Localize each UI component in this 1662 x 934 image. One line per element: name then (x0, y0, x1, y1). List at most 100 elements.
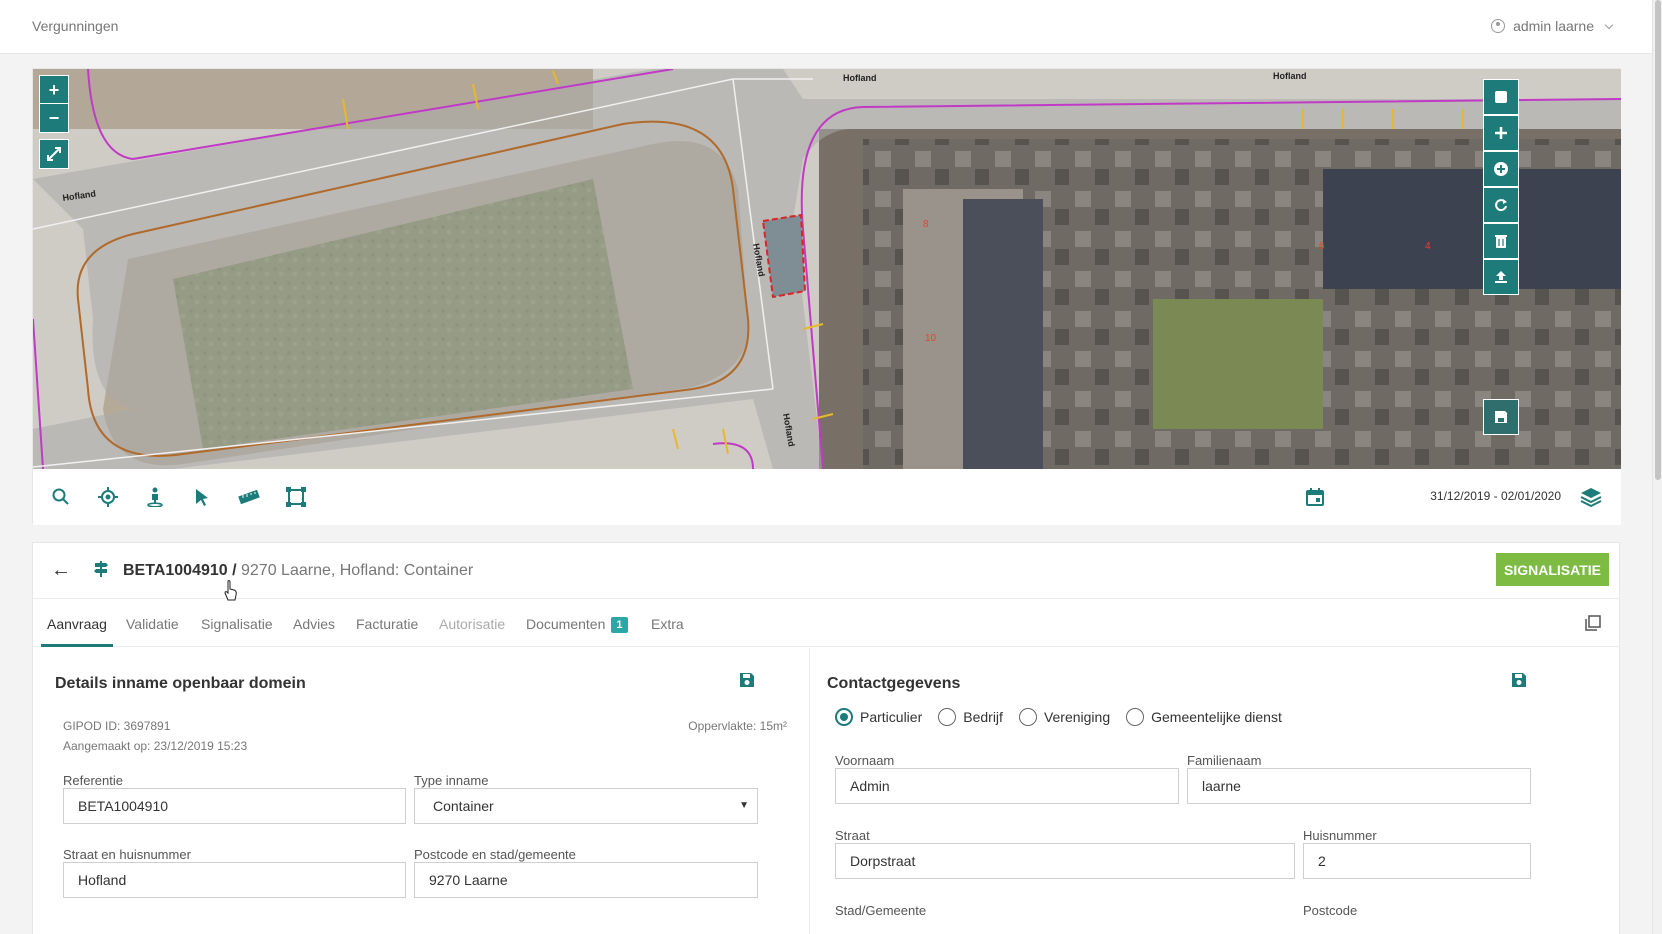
details-section: Details inname openbaar domein GIPOD ID:… (33, 648, 810, 934)
map-save-button[interactable] (1483, 399, 1519, 435)
contact-type-radio-group: Particulier Bedrijf Vereniging Gemeentel… (835, 708, 1282, 726)
square-icon (1495, 91, 1507, 103)
user-name: admin laarne (1513, 18, 1594, 34)
tab-documenten-label: Documenten (526, 616, 606, 632)
radio-label: Gemeentelijke dienst (1151, 709, 1282, 725)
tab-signalisatie[interactable]: Signalisatie (201, 616, 273, 632)
familienaam-label: Familienaam (1187, 753, 1262, 768)
hand-cursor-icon (224, 580, 237, 601)
calendar-tool[interactable] (1303, 485, 1327, 509)
zoom-out-button[interactable]: − (39, 103, 69, 133)
street-label: Hofland (1273, 71, 1307, 81)
radio-label: Vereniging (1043, 709, 1111, 725)
draw-rotate-button[interactable] (1483, 187, 1519, 223)
tab-autorisatie[interactable]: Autorisatie (439, 616, 505, 632)
dropdown-caret-icon: ▼ (739, 800, 749, 811)
radio-dot (1126, 708, 1145, 726)
straat-input[interactable]: Dorpstraat (835, 843, 1295, 879)
type-inname-label: Type inname (414, 773, 489, 788)
polygon-tool[interactable] (284, 485, 308, 509)
postcode-stad-label: Postcode en stad/gemeente (414, 847, 576, 862)
person-pin-icon (147, 487, 163, 507)
locate-tool[interactable] (96, 485, 120, 509)
house-number: 6 (1319, 241, 1325, 252)
layers-tool[interactable] (1579, 485, 1603, 509)
area: Oppervlakte: 15m² (688, 719, 787, 733)
copy-icon[interactable] (1585, 615, 1601, 631)
search-tool[interactable] (49, 485, 73, 509)
referentie-input[interactable]: BETA1004910 (63, 788, 406, 824)
case-id: BETA1004910 (123, 562, 228, 579)
back-arrow-icon[interactable]: ← (51, 559, 71, 582)
select-tool[interactable] (190, 485, 214, 509)
radio-vereniging[interactable]: Vereniging (1018, 708, 1111, 726)
measure-tool[interactable] (237, 485, 261, 509)
contact-section: Contactgegevens Particulier Bedrijf Vere… (811, 648, 1621, 934)
signalisatie-button[interactable]: SIGNALISATIE (1496, 553, 1609, 586)
ruler-icon (238, 490, 260, 504)
house-number: 10 (925, 333, 937, 344)
draw-delete-button[interactable] (1483, 223, 1519, 259)
map-toolbar: 31/12/2019 - 02/01/2020 (33, 469, 1621, 525)
detail-card: ← BETA1004910 / 9270 Laarne, Hofland: Co… (32, 542, 1620, 934)
draw-upload-button[interactable] (1483, 259, 1519, 295)
trash-icon (1495, 235, 1507, 248)
tab-extra[interactable]: Extra (651, 616, 684, 632)
type-inname-select[interactable]: Container ▼ (414, 788, 758, 824)
tab-facturatie[interactable]: Facturatie (356, 616, 418, 632)
huisnummer-input[interactable]: 2 (1303, 843, 1531, 879)
page-scrollbar[interactable] (1652, 0, 1662, 934)
user-circle-icon (1491, 19, 1506, 33)
signpost-icon (94, 561, 108, 577)
tab-aanvraag[interactable]: Aanvraag (47, 616, 107, 632)
voornaam-label: Voornaam (835, 753, 895, 768)
huisnummer-label: Huisnummer (1303, 828, 1377, 843)
street-label: Hofland (843, 73, 877, 83)
calendar-icon (1306, 488, 1324, 506)
tab-advies[interactable]: Advies (293, 616, 335, 632)
draw-square-button[interactable] (1483, 79, 1519, 115)
familienaam-input[interactable]: laarne (1187, 768, 1531, 804)
radio-particulier[interactable]: Particulier (835, 708, 922, 726)
radio-label: Particulier (860, 709, 923, 725)
radio-dot (938, 708, 957, 726)
radio-gemeentelijke-dienst[interactable]: Gemeentelijke dienst (1126, 708, 1282, 726)
contact-title: Contactgegevens (827, 675, 961, 692)
title-separator: / (227, 562, 241, 579)
type-inname-value: Container (433, 798, 494, 814)
rotate-icon (1495, 199, 1507, 212)
voornaam-input[interactable]: Admin (835, 768, 1179, 804)
radio-dot (835, 708, 853, 726)
chevron-down-icon (1604, 20, 1614, 29)
postcode-label: Postcode (1303, 903, 1358, 918)
radio-bedrijf[interactable]: Bedrijf (938, 708, 1003, 726)
app-title[interactable]: Vergunningen (32, 18, 118, 34)
pointer-icon (196, 489, 208, 506)
tab-documenten[interactable]: Documenten 1 (526, 616, 628, 633)
draw-add-button[interactable] (1483, 115, 1519, 151)
top-bar: Vergunningen admin laarne (0, 0, 1652, 54)
streetview-tool[interactable] (143, 485, 167, 509)
postcode-stad-input[interactable]: 9270 Laarne (414, 862, 758, 898)
tab-validatie[interactable]: Validatie (126, 616, 179, 632)
crosshair-icon (98, 487, 118, 507)
fullscreen-button[interactable] (39, 139, 69, 169)
gipod-id: GIPOD ID: 3697891 (63, 719, 171, 733)
case-title: BETA1004910 / 9270 Laarne, Hofland: Cont… (123, 562, 473, 580)
created-at: Aangemaakt op: 23/12/2019 15:23 (63, 739, 248, 753)
documents-count-badge: 1 (611, 617, 628, 633)
plus-circle-icon (1494, 162, 1508, 176)
house-number: 4 (1425, 241, 1431, 252)
details-title: Details inname openbaar domein (55, 675, 306, 692)
draw-add-circle-button[interactable] (1483, 151, 1519, 187)
date-range[interactable]: 31/12/2019 - 02/01/2020 (1430, 489, 1561, 503)
save-icon[interactable] (1511, 672, 1527, 688)
polygon-icon (286, 487, 306, 507)
scrollbar-thumb[interactable] (1655, 0, 1661, 480)
straat-huisnummer-input[interactable]: Hofland (63, 862, 406, 898)
straat-label: Straat (835, 828, 870, 843)
user-menu[interactable]: admin laarne (1491, 18, 1614, 34)
save-icon[interactable] (739, 672, 755, 688)
map-view[interactable]: Hofland Hofland Hofland Hofland Hofland … (33, 69, 1621, 469)
zoom-in-button[interactable]: + (39, 75, 69, 105)
